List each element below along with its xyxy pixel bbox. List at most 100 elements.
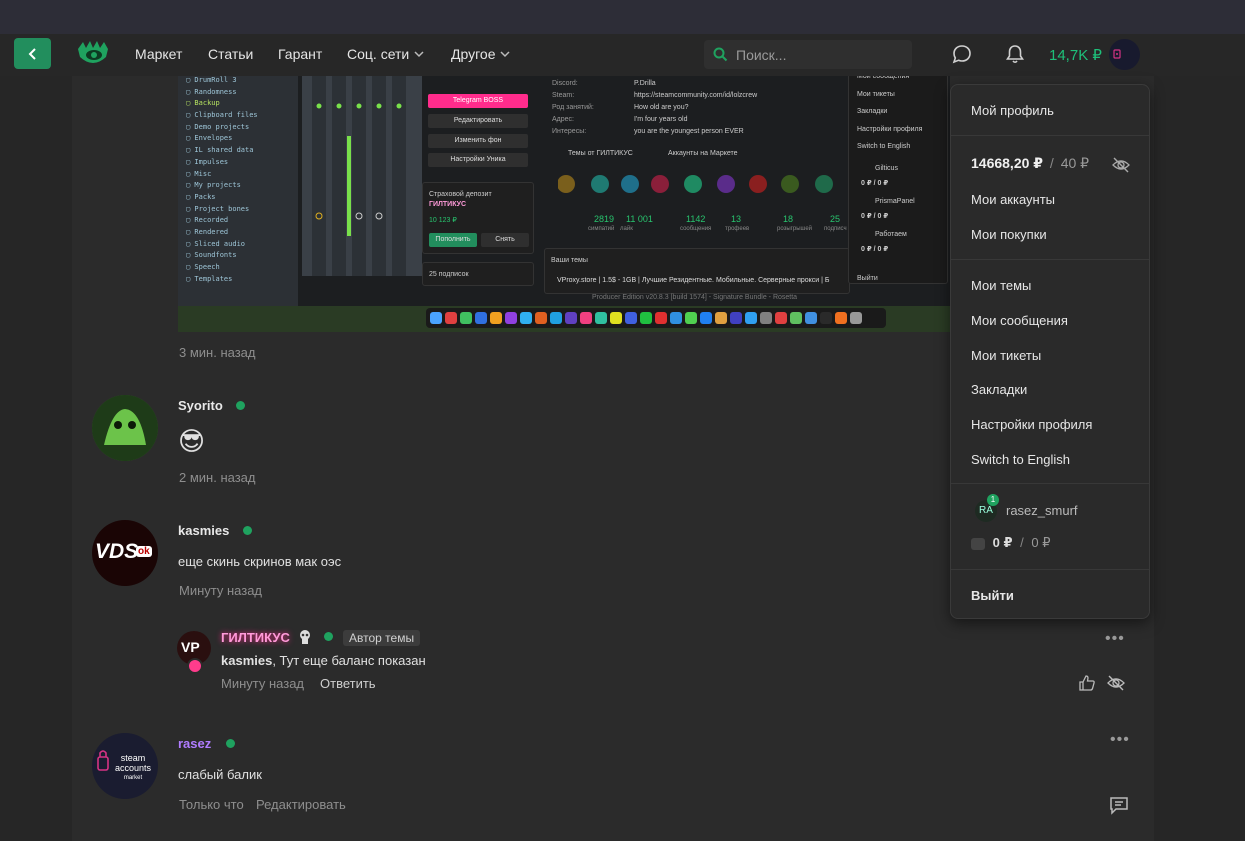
dock-app-icon [475, 312, 487, 324]
dropdown-my-messages[interactable]: Мои сообщения [971, 313, 1068, 328]
file-tree-item: ▢ Misc [186, 169, 212, 178]
stat-label: подписч [824, 226, 847, 232]
dock-app-icon [775, 312, 787, 324]
nav-articles-label: Статьи [208, 46, 254, 62]
post-timestamp: Только что [179, 797, 244, 812]
edit-button[interactable]: Редактировать [256, 797, 346, 812]
reply-username[interactable]: ГИЛТИКУС [221, 630, 290, 645]
your-themes-title: Ваши темы [551, 257, 588, 264]
chevron-down-icon [414, 51, 424, 58]
post-screenshot-image[interactable]: ▢ DrumRoll 3 ▢ Randomness ▢ Backup ▢ Clipbo… [178, 76, 950, 332]
thumbs-up-icon[interactable] [1078, 674, 1096, 692]
balance-main: 14668,20 ₽ [971, 155, 1044, 171]
user-avatar[interactable] [1109, 39, 1140, 70]
topup-button: Пополнить [429, 233, 477, 247]
change-bg-button: Изменить фон [428, 134, 528, 148]
dock-app-icon [490, 312, 502, 324]
username[interactable]: kasmies [178, 523, 229, 538]
your-themes-panel: Ваши темы VProxy.store | 1.5$ - 1GB | Лу… [544, 248, 850, 294]
dock-app-icon [820, 312, 832, 324]
dropdown-my-profile[interactable]: Мой профиль [971, 103, 1054, 118]
chat-icon[interactable] [951, 43, 973, 65]
mini-account-balance: 0 ₽ / 0 ₽ [861, 213, 889, 220]
mini-menu-item: Мои сообщения [857, 76, 910, 80]
dock-app-icon [790, 312, 802, 324]
dock-app-icon [535, 312, 547, 324]
profile-field-value: P.Drilla [634, 80, 656, 87]
file-tree-item: ▢ IL shared data [186, 146, 254, 155]
subs-label: 25 подписок [429, 271, 469, 278]
online-indicator [243, 526, 252, 535]
back-button[interactable] [14, 38, 51, 69]
dropdown-my-purchases[interactable]: Мои покупки [971, 227, 1047, 242]
browser-strip [0, 0, 1245, 34]
profile-field-key: Steam: [552, 92, 575, 99]
dock-app-icon [550, 312, 562, 324]
eye-off-icon[interactable] [1106, 673, 1126, 693]
file-tree-item: ▢ Backup [186, 99, 220, 108]
dock-app-icon [685, 312, 697, 324]
dropdown-logout[interactable]: Выйти [971, 588, 1014, 603]
more-options-icon[interactable]: ••• [1110, 731, 1130, 749]
search-input[interactable] [736, 46, 906, 63]
dock-app-icon [655, 312, 667, 324]
stat-value: 25 [830, 214, 841, 224]
file-tree-item: ▢ Templates [186, 274, 233, 283]
reply-mention[interactable]: kasmies [221, 653, 272, 668]
stat-label: трофеев [725, 226, 750, 232]
dock-app-icon [610, 312, 622, 324]
avatar[interactable]: steam accounts market [92, 733, 158, 799]
alt-balance-main: 0 ₽ [992, 535, 1013, 550]
dock-app-icon [460, 312, 472, 324]
dropdown-profile-settings[interactable]: Настройки профиля [971, 417, 1092, 432]
dropdown-divider [951, 483, 1149, 484]
nav-balance[interactable]: 14,7K ₽ [1049, 46, 1102, 64]
app-version-text: Producer Edition v20.8.3 [build 1574] - … [592, 294, 798, 301]
dock-app-icon [760, 312, 772, 324]
dock-app-icon [670, 312, 682, 324]
stat-label: сообщения [680, 226, 712, 232]
file-tree-item: ▢ Demo projects [186, 122, 250, 131]
reply-button[interactable]: Ответить [320, 676, 376, 691]
dropdown-my-accounts[interactable]: Мои аккаунты [971, 192, 1055, 207]
file-tree-item: ▢ Soundfonts [186, 251, 237, 260]
dropdown-bookmarks[interactable]: Закладки [971, 382, 1027, 397]
nav-articles[interactable]: Статьи [208, 46, 253, 62]
file-tree-item: ▢ Packs [186, 192, 216, 201]
dock-app-icon [805, 312, 817, 324]
profile-field-key: Адрес: [552, 116, 574, 123]
site-logo-icon[interactable] [76, 39, 110, 69]
stat-value: 2819 [594, 214, 615, 224]
avatar[interactable] [92, 395, 158, 461]
eye-off-icon[interactable] [1111, 155, 1131, 175]
username[interactable]: rasez [178, 736, 211, 751]
dropdown-switch-language[interactable]: Switch to English [971, 452, 1070, 467]
nav-other[interactable]: Другое [451, 46, 511, 62]
dropdown-balance[interactable]: 14668,20 ₽ / 40 ₽ [971, 155, 1089, 172]
nav-social[interactable]: Соц. сети [347, 46, 424, 62]
file-tree-item: ▢ Recorded [186, 216, 229, 225]
bell-icon[interactable] [1004, 43, 1026, 65]
reply-message: kasmies, Тут еще баланс показан [221, 653, 426, 668]
dropdown-my-themes[interactable]: Мои темы [971, 278, 1031, 293]
nav-market[interactable]: Маркет [135, 46, 182, 62]
search-box[interactable] [704, 40, 912, 69]
telegram-boss-button: Telegram BOSS [428, 94, 528, 108]
alt-account-name[interactable]: rasez_smurf [1006, 503, 1078, 518]
avatar-text: VDS [95, 540, 139, 563]
dock-app-icon [505, 312, 517, 324]
nav-social-label: Соц. сети [347, 46, 410, 62]
alt-account-balance: 0 ₽ / 0 ₽ [971, 535, 1051, 551]
file-tree-item: ▢ DrumRoll 3 [186, 76, 237, 84]
more-options-icon[interactable]: ••• [1105, 630, 1125, 648]
username[interactable]: Syorito [178, 398, 223, 413]
nav-guarantor[interactable]: Гарант [278, 46, 322, 62]
avatar[interactable]: VDS ok [92, 520, 158, 586]
avatar-image-icon [92, 395, 158, 461]
trophy-icons [558, 175, 833, 193]
dropdown-my-tickets[interactable]: Мои тикеты [971, 348, 1041, 363]
profile-field-value: I'm four years old [634, 116, 688, 123]
dock-app-icon [595, 312, 607, 324]
comment-icon[interactable] [1108, 794, 1130, 816]
mini-menu-item: Настройки профиля [857, 125, 923, 133]
